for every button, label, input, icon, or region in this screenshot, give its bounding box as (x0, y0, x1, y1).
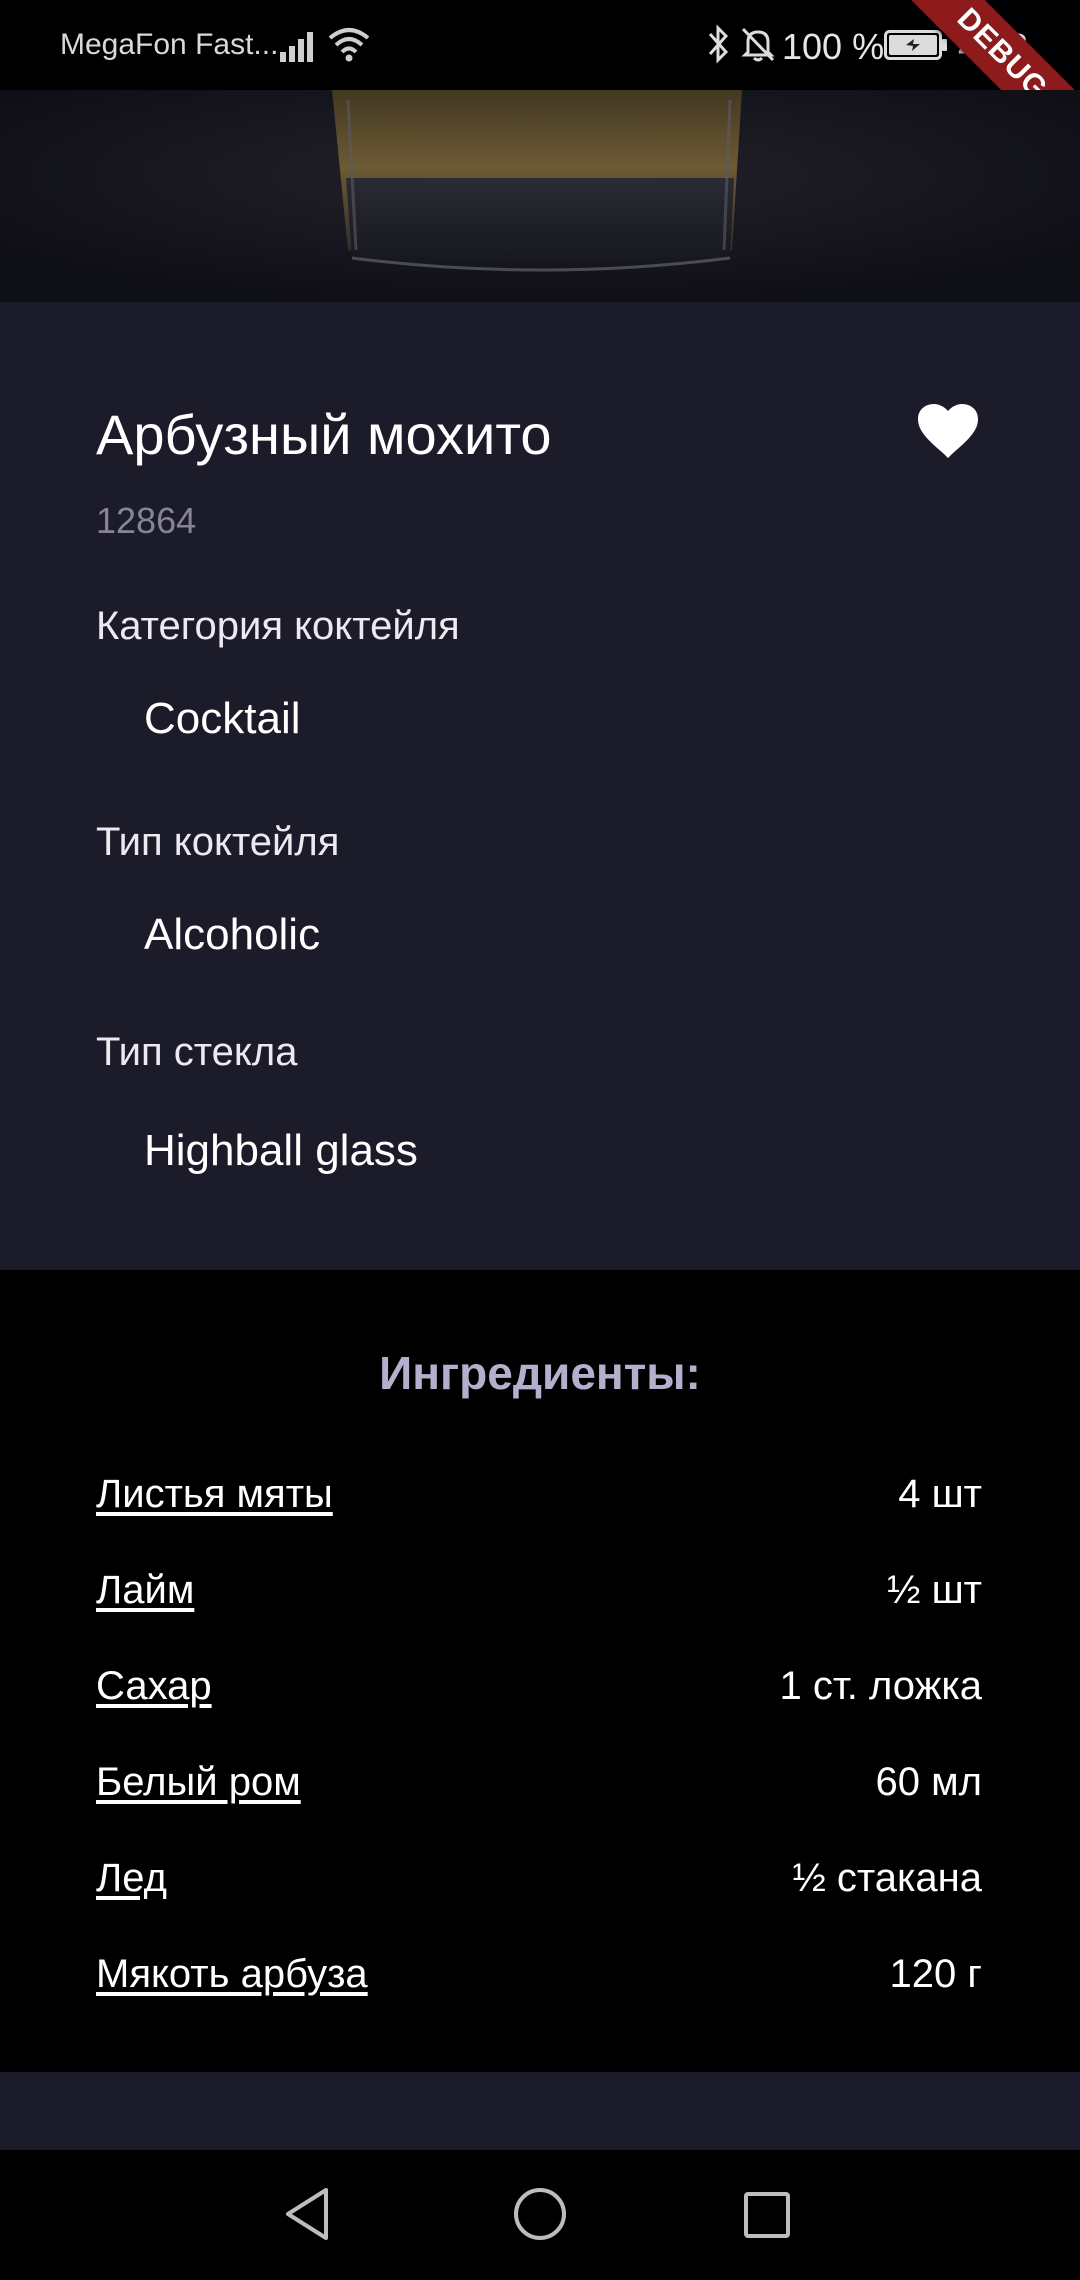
ingredient-measure: 4 шт (898, 1472, 982, 1516)
bottom-card-edge (0, 2072, 1080, 2150)
favorite-button[interactable] (916, 402, 980, 462)
screen: MegaFon Fast... 100 % DEBUG Арбузный мох… (0, 0, 1080, 2280)
drink-name: Арбузный мохито (96, 403, 552, 466)
ingredient-name-link[interactable]: Мякоть арбуза (96, 1952, 368, 1997)
type-value: Alcoholic (144, 910, 321, 959)
recents-icon[interactable] (738, 2188, 798, 2253)
glass-label: Тип стекла (96, 1030, 298, 1074)
carrier-name: MegaFon Fast... (60, 28, 279, 61)
type-label: Тип коктейля (96, 820, 340, 864)
status-bar: MegaFon Fast... 100 % DEBUG (0, 0, 1080, 179)
category-value: Cocktail (144, 694, 301, 743)
ingredient-row: Лед ½ стакана (96, 1856, 982, 1916)
wifi-icon (328, 26, 370, 70)
ingredient-name-link[interactable]: Лайм (96, 1568, 194, 1613)
ingredient-measure: 120 г (889, 1952, 982, 1996)
ingredient-measure: 60 мл (875, 1760, 982, 1804)
ingredient-row: Листья мяты 4 шт (96, 1472, 982, 1532)
ingredient-measure: ½ шт (887, 1568, 982, 1612)
category-label: Категория коктейля (96, 604, 460, 648)
hero-image (0, 90, 1080, 302)
ingredients-title: Ингредиенты: (379, 1347, 701, 1399)
drink-info-card: Арбузный мохито 12864 Категория коктейля… (0, 302, 1080, 1270)
ingredient-row: Мякоть арбуза 120 г (96, 1952, 982, 2012)
ingredients-section: Ингредиенты: Листья мяты 4 шт Лайм ½ шт … (0, 1270, 1080, 2072)
ingredient-row: Лайм ½ шт (96, 1568, 982, 1628)
ingredient-name-link[interactable]: Сахар (96, 1664, 212, 1709)
battery-icon (884, 30, 948, 68)
ingredient-name-link[interactable]: Лед (96, 1856, 167, 1901)
ingredient-name-link[interactable]: Белый ром (96, 1760, 301, 1805)
navigation-bar (0, 2150, 1080, 2280)
ingredient-measure: 1 ст. ложка (779, 1664, 982, 1708)
bluetooth-icon (704, 24, 732, 72)
signal-icon (280, 28, 320, 70)
battery-percent: 100 % (782, 26, 885, 67)
home-icon[interactable] (510, 2184, 570, 2249)
mute-icon (740, 24, 776, 72)
glass-value: Highball glass (144, 1126, 418, 1175)
ingredient-row: Белый ром 60 мл (96, 1760, 982, 1820)
heart-icon (918, 404, 978, 458)
ingredient-measure: ½ стакана (792, 1856, 982, 1900)
ingredient-row: Сахар 1 ст. ложка (96, 1664, 982, 1724)
ingredient-name-link[interactable]: Листья мяты (96, 1472, 333, 1517)
back-icon[interactable] (280, 2184, 340, 2249)
cocktail-glass-image (0, 90, 1080, 302)
drink-id: 12864 (96, 500, 197, 541)
